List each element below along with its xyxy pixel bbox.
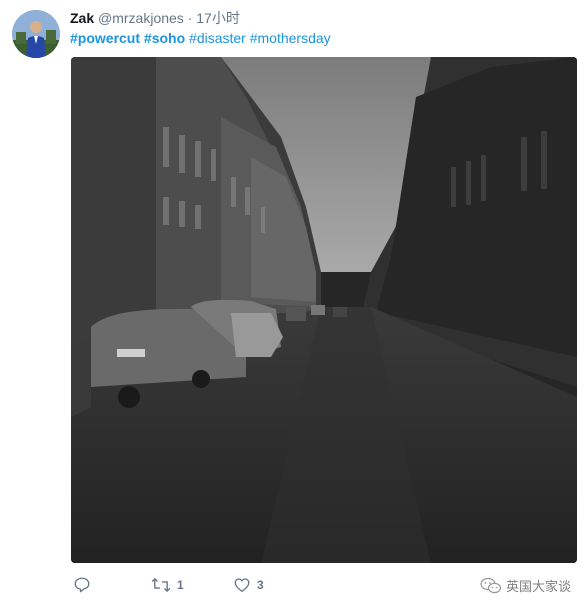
- tweet-card: Zak @mrzakjones · 17小时 #powercut #soho #…: [0, 0, 587, 609]
- author-name[interactable]: Zak: [70, 10, 94, 26]
- retweet-icon: [151, 578, 171, 592]
- author-handle[interactable]: @mrzakjones: [98, 10, 184, 26]
- reply-button[interactable]: [73, 576, 97, 594]
- hashtag-link[interactable]: #mothersday: [250, 30, 331, 46]
- tweet-photo[interactable]: [71, 57, 577, 563]
- tweet-text: #powercut #soho #disaster #mothersday: [70, 29, 331, 47]
- heart-icon: [234, 578, 250, 593]
- like-count: 3: [257, 578, 264, 592]
- hashtag-link[interactable]: #soho: [144, 30, 185, 46]
- timestamp[interactable]: 17小时: [196, 10, 240, 26]
- retweet-button[interactable]: 1: [151, 576, 184, 594]
- hashtag-link[interactable]: #disaster: [189, 30, 246, 46]
- separator-dot: ·: [187, 10, 193, 26]
- reply-icon: [74, 577, 90, 593]
- wechat-icon: [480, 577, 502, 593]
- hashtag-link[interactable]: #powercut: [70, 30, 140, 46]
- like-button[interactable]: 3: [233, 576, 264, 594]
- retweet-count: 1: [177, 578, 184, 592]
- tweet-header: Zak @mrzakjones · 17小时: [70, 9, 240, 27]
- watermark-text: 英国大家谈: [505, 579, 571, 594]
- avatar[interactable]: [12, 10, 60, 58]
- watermark: 英国大家谈: [480, 576, 571, 595]
